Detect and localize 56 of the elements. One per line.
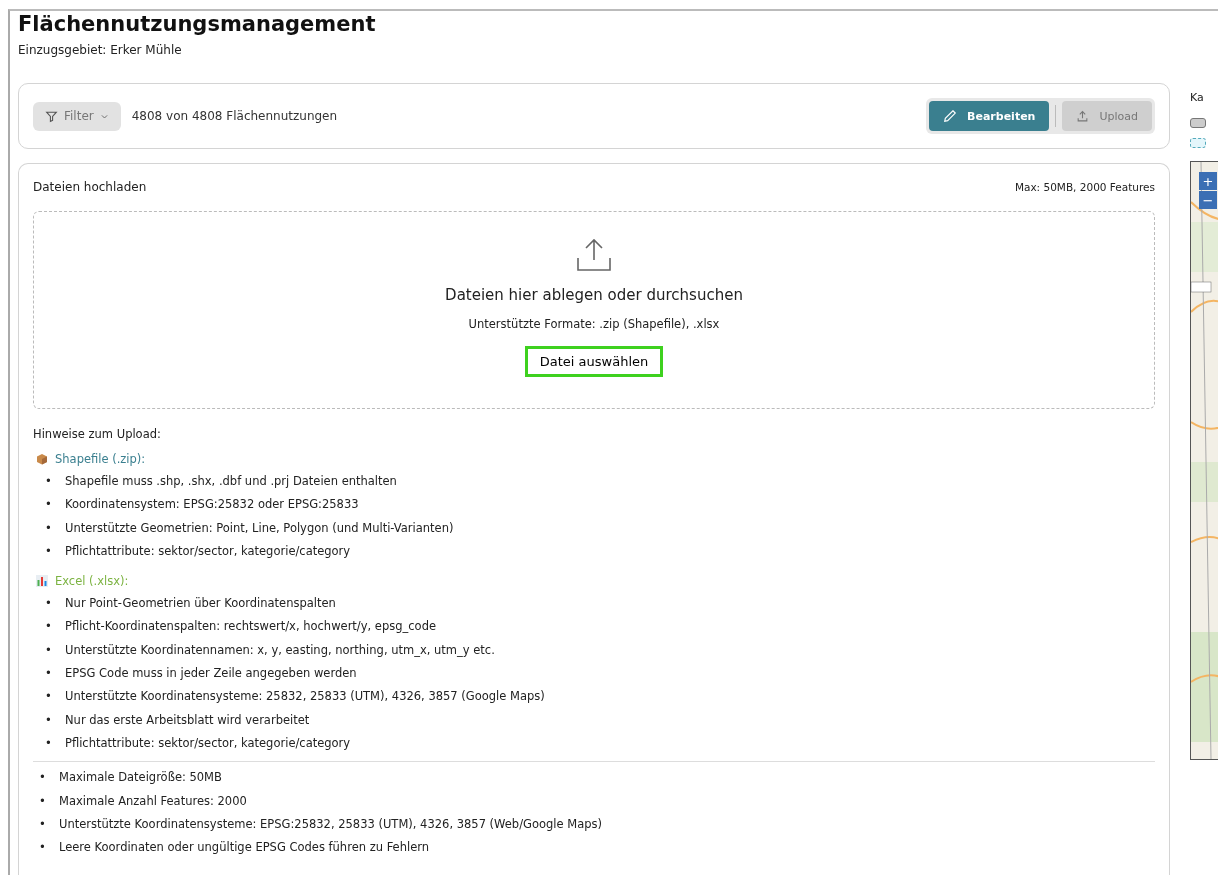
bullet: •: [45, 496, 53, 514]
result-count: 4808 von 4808 Flächennutzungen: [131, 109, 338, 123]
bullet: •: [45, 688, 53, 706]
hint-item: Pflichtattribute: sektor/sector, kategorie/category: [65, 542, 351, 560]
hint-item: Koordinatensystem: EPSG:25832 oder EPSG:25833: [65, 496, 359, 514]
page-subtitle: Einzugsgebiet: Erker Mühle: [18, 43, 183, 57]
hint-item: Maximale Dateigröße: 50MB: [59, 769, 222, 787]
hint-item: Nur das erste Arbeitsblatt wird verarbeitet: [65, 711, 310, 729]
choose-file-button[interactable]: Datei auswählen: [524, 346, 664, 377]
map-title: Ka: [1190, 91, 1205, 104]
bullet: •: [45, 711, 53, 729]
hints-title: Hinweise zum Upload:: [33, 427, 162, 441]
bullet: •: [39, 769, 47, 787]
drop-headline: Dateien hier ablegen oder durchsuchen: [445, 286, 743, 304]
page-title: Flächennutzungsmanagement: [18, 11, 377, 36]
hint-item: Unterstützte Koordinatennamen: x, y, easting, northing, utm_x, utm_y etc.: [65, 641, 495, 659]
hint-item: Maximale Anzahl Features: 2000: [59, 792, 247, 810]
hint-item: Unterstützte Koordinatensysteme: 25832, 25833 (UTM), 4326, 3857 (Google Maps): [65, 688, 545, 706]
hint-item: Leere Koordinaten oder ungültige EPSG Codes führen zu Fehlern: [59, 839, 430, 857]
bar-chart-icon: [36, 575, 48, 588]
format-note: Unterstützte Formate: .zip (Shapefile), .xlsx: [468, 317, 720, 331]
bullet: •: [45, 519, 53, 537]
hint-item: Pflicht-Koordinatenspalten: rechtswert/x, hochwert/y, epsg_code: [65, 618, 436, 636]
bullet: •: [45, 595, 53, 613]
hint-item: Unterstützte Geometrien: Point, Line, Polygon (und Multi-Varianten): [65, 519, 454, 537]
legend-swatch: [1190, 118, 1206, 128]
upload-button[interactable]: Upload: [1062, 101, 1152, 131]
hint-item: Pflichtattribute: sektor/sector, kategorie/category: [65, 734, 351, 752]
filter-button[interactable]: Filter: [33, 101, 121, 131]
zoom-in-button[interactable]: +: [1199, 172, 1217, 190]
bullet: •: [39, 815, 47, 833]
upload-icon: [1076, 109, 1090, 123]
hint-item: Nur Point-Geometrien über Koordinatenspalten: [65, 595, 336, 613]
edit-button[interactable]: Bearbeiten: [929, 101, 1050, 131]
bullet: •: [45, 734, 53, 752]
bullet: •: [45, 665, 53, 683]
pencil-icon: [943, 109, 958, 123]
upload-title: Dateien hochladen: [33, 180, 147, 194]
upload-icon: [576, 238, 612, 272]
package-icon: [36, 453, 48, 465]
zoom-out-button[interactable]: −: [1199, 191, 1217, 209]
bullet: •: [45, 542, 53, 560]
drop-zone[interactable]: Dateien hier ablegen oder durchsuchen Unterstützte Formate: .zip (Shapefile), .xlsx Datei auswählen: [33, 211, 1155, 409]
hint-item: EPSG Code muss in jeder Zeile angegeben werden: [65, 665, 357, 683]
upload-limit: Max: 50MB, 2000 Features: [1014, 181, 1155, 193]
filter-icon: [45, 109, 58, 123]
hint-item: Unterstützte Koordinatensysteme: EPSG:25832, 25833 (UTM), 4326, 3857 (Web/Google Maps): [59, 815, 602, 833]
bullet: •: [45, 618, 53, 636]
bullet: •: [39, 792, 47, 810]
section-title: Shapefile (.zip):: [55, 452, 146, 466]
hint-item: Shapefile muss .shp, .shx, .dbf und .prj Dateien enthalten: [65, 473, 397, 490]
section-title: Excel (.xlsx):: [55, 574, 129, 589]
bullet: •: [39, 839, 47, 857]
bullet: •: [45, 641, 53, 659]
bullet: •: [45, 473, 53, 490]
legend-swatch: [1190, 138, 1206, 148]
